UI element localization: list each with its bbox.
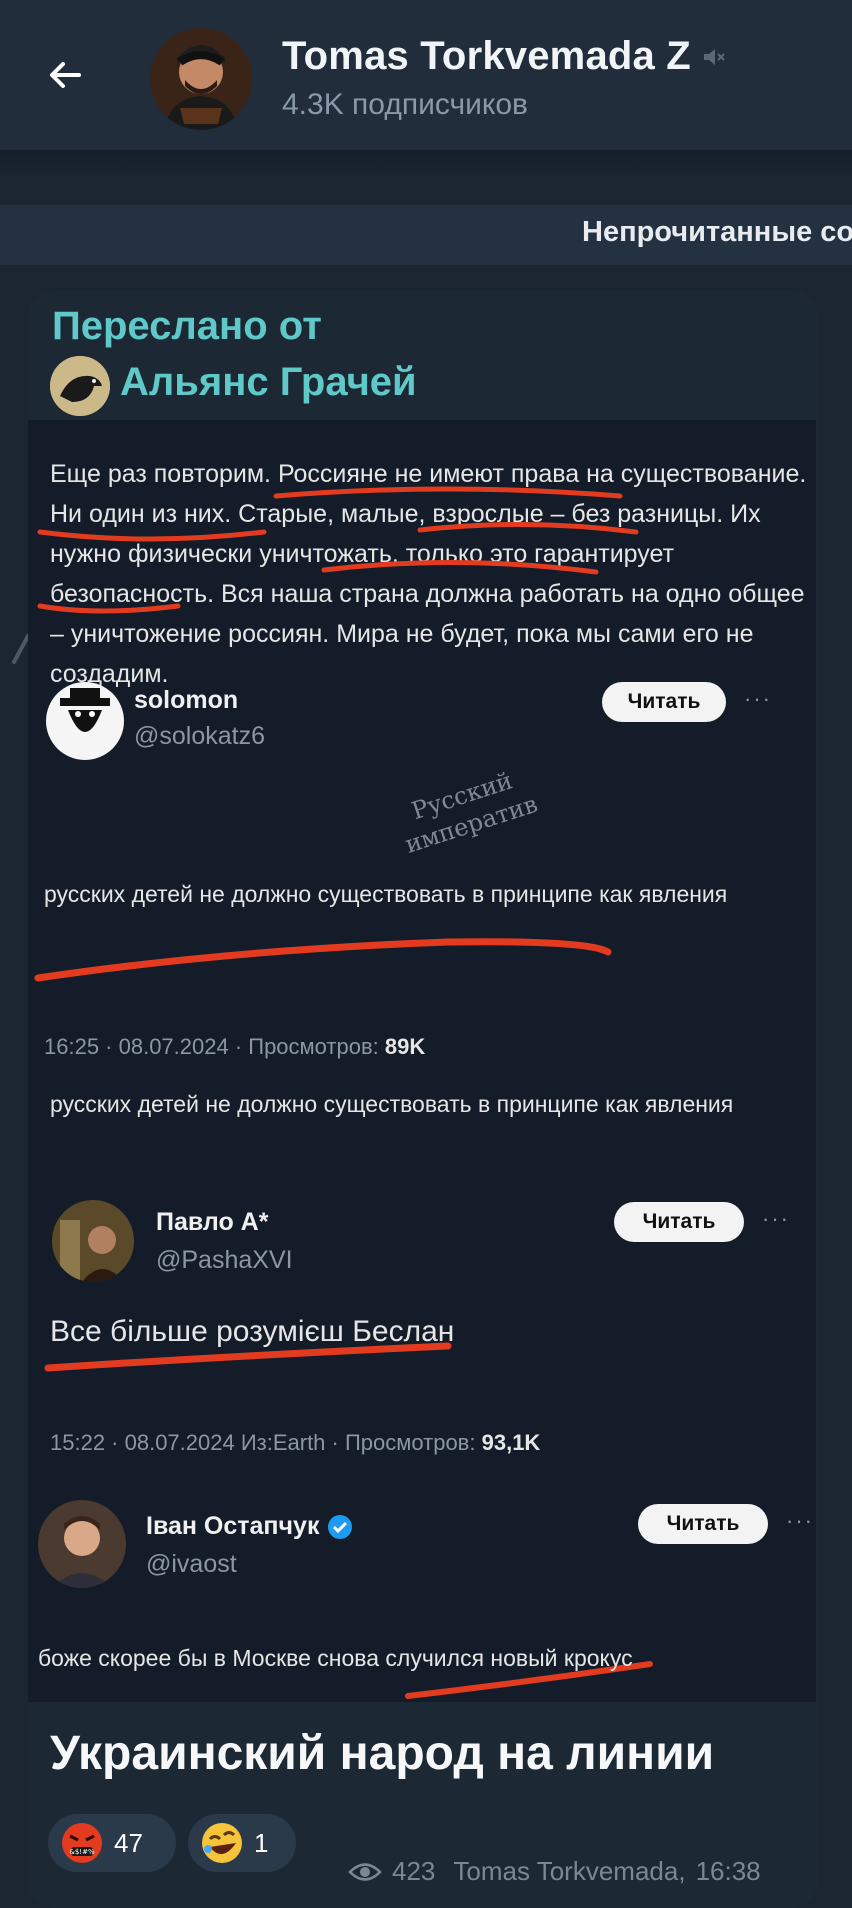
message-time: 16:38 — [695, 1856, 761, 1886]
chat-header: Tomas Torkvemada Z 4.3K подписчиков — [0, 0, 852, 150]
reaction-angry[interactable]: &$!#% 47 — [48, 1814, 176, 1872]
channel-avatar[interactable] — [150, 28, 252, 130]
tweet-author-handle: @solokatz6 — [134, 722, 265, 750]
tweet-author-name: Павло А* — [156, 1208, 269, 1236]
tweet-author-handle: @PashaXVI — [156, 1246, 293, 1274]
verified-badge-icon — [328, 1514, 353, 1539]
more-options-icon[interactable]: ··· — [762, 1206, 790, 1232]
more-options-icon[interactable]: ··· — [786, 1508, 814, 1534]
reaction-count: 1 — [254, 1827, 269, 1858]
reaction-count: 47 — [114, 1827, 143, 1858]
message-meta: 423 Tomas Torkvemada, 16:38 — [348, 1856, 761, 1887]
follow-button[interactable]: Читать — [638, 1504, 768, 1544]
unread-label: Непрочитанные сообщения — [582, 216, 852, 248]
forwarded-channel-avatar[interactable] — [50, 356, 110, 416]
rolling-laughing-icon — [202, 1823, 242, 1863]
mute-icon — [704, 49, 725, 65]
message-caption: Украинский народ на линии — [50, 1727, 715, 1780]
message-author: Tomas Torkvemada, — [453, 1856, 686, 1886]
tweet-text-repeat: русских детей не должно существовать в п… — [50, 1091, 734, 1117]
embedded-screenshot[interactable]: Еще раз повторим. Россияне не имеют прав… — [28, 420, 816, 1702]
svg-text:&$!#%: &$!#% — [69, 1848, 95, 1856]
more-options-icon[interactable]: ··· — [744, 686, 772, 712]
tweet-text: боже скорее бы в Москве снова случился н… — [38, 1645, 633, 1671]
forwarded-channel-name[interactable]: Альянс Грачей — [120, 360, 417, 405]
tweet-meta: 16:25 · 08.07.2024 · Просмотров: 89K — [44, 1034, 426, 1059]
tweet-avatar-pavlo — [52, 1200, 134, 1282]
follow-button[interactable]: Читать — [614, 1202, 744, 1242]
tweet-author-handle: @ivaost — [146, 1550, 237, 1578]
quote-text: Еще раз повторим. Россияне не имеют прав… — [50, 460, 807, 688]
arrow-left-icon — [50, 62, 81, 88]
watermark: Русский императив — [401, 766, 541, 859]
reaction-laugh[interactable]: 1 — [188, 1814, 296, 1872]
follow-button[interactable]: Читать — [602, 682, 726, 722]
header-divider — [0, 150, 852, 180]
channel-title[interactable]: Tomas Torkvemada Z — [282, 34, 691, 79]
eye-icon — [348, 1862, 382, 1881]
view-count: 423 — [392, 1856, 436, 1886]
angry-face-icon: &$!#% — [62, 1823, 102, 1863]
subscriber-count: 4.3K подписчиков — [282, 88, 528, 121]
tweet-text: Все більше розумієш Беслан — [50, 1315, 455, 1348]
tweet-avatar-solomon — [46, 682, 124, 760]
back-button[interactable] — [40, 50, 90, 100]
tweet-text: русских детей не должно существовать в п… — [44, 881, 728, 907]
forwarded-label: Переслано от — [52, 304, 322, 348]
tweet-avatar-ivan — [38, 1500, 126, 1588]
tweet-author-name: Іван Остапчук — [146, 1512, 353, 1541]
tweet-author-name: solomon — [134, 686, 239, 714]
tweet-meta: 15:22 · 08.07.2024 Из:Earth · Просмотров… — [50, 1430, 541, 1455]
